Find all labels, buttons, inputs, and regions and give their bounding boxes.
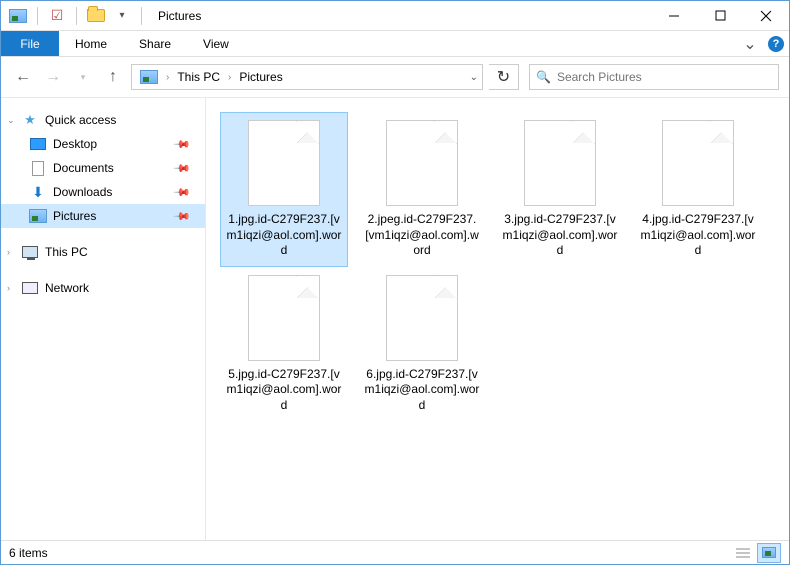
properties-icon[interactable]: ☑ [46,5,68,27]
pc-icon [21,244,39,260]
thumbnails-view-button[interactable] [757,543,781,563]
file-item[interactable]: 5.jpg.id-C279F237.[vm1iqzi@aol.com].word [220,267,348,422]
sidebar-item-label: Downloads [53,185,112,199]
download-icon: ⬇ [29,184,47,200]
file-thumbnail-icon [386,275,458,361]
file-thumbnail-icon [662,120,734,206]
file-list[interactable]: 1.jpg.id-C279F237.[vm1iqzi@aol.com].word… [206,98,789,540]
chevron-right-icon[interactable]: › [166,72,169,83]
navigation-pane: ⌄ ★ Quick access Desktop 📌 Documents 📌 ⬇… [1,98,206,540]
sidebar-network[interactable]: › Network [1,276,205,300]
desktop-icon [29,136,47,152]
file-item[interactable]: 1.jpg.id-C279F237.[vm1iqzi@aol.com].word [220,112,348,267]
breadcrumb[interactable]: › This PC › Pictures ⌄ [131,64,483,90]
tab-view[interactable]: View [187,31,245,56]
breadcrumb-history-icon[interactable]: ⌄ [470,72,478,83]
quick-access-toolbar: ☑ ▾ [1,5,152,27]
minimize-button[interactable] [651,1,697,31]
qat-divider [76,7,77,25]
tab-home[interactable]: Home [59,31,123,56]
close-button[interactable] [743,1,789,31]
maximize-button[interactable] [697,1,743,31]
pin-icon: 📌 [173,135,192,154]
folder-icon[interactable] [85,5,107,27]
sidebar-item-label: Documents [53,161,114,175]
details-view-icon [736,547,750,559]
file-item[interactable]: 2.jpeg.id-C279F237.[vm1iqzi@aol.com].wor… [358,112,486,267]
sidebar-label: Quick access [45,113,116,127]
search-icon: 🔍 [536,70,551,84]
file-thumbnail-icon [386,120,458,206]
recent-dropdown-icon[interactable]: ▾ [71,65,95,89]
sidebar-item-label: Desktop [53,137,97,151]
pin-icon: 📌 [173,183,192,202]
address-bar-row: ← → ▾ ↑ › This PC › Pictures ⌄ ↻ 🔍 [1,57,789,97]
expand-icon[interactable]: › [7,283,10,293]
file-thumbnail-icon [524,120,596,206]
ribbon-expand-icon[interactable]: ⌄ [737,31,763,56]
collapse-icon[interactable]: ⌄ [7,115,15,126]
qat-divider [37,7,38,25]
search-input[interactable] [557,70,772,84]
network-icon [21,280,39,296]
sidebar-item-desktop[interactable]: Desktop 📌 [1,132,205,156]
file-name: 6.jpg.id-C279F237.[vm1iqzi@aol.com].word [363,367,481,414]
sidebar-item-label: Pictures [53,209,96,223]
file-name: 1.jpg.id-C279F237.[vm1iqzi@aol.com].word [225,212,343,259]
sidebar-quick-access[interactable]: ⌄ ★ Quick access [1,108,205,132]
help-button[interactable]: ? [763,31,789,56]
main-area: ⌄ ★ Quick access Desktop 📌 Documents 📌 ⬇… [1,98,789,540]
details-view-button[interactable] [731,543,755,563]
item-count: 6 items [9,546,48,560]
sidebar-label: Network [45,281,89,295]
sidebar-item-documents[interactable]: Documents 📌 [1,156,205,180]
ribbon-tabs: File Home Share View ⌄ ? [1,31,789,57]
refresh-button[interactable]: ↻ [489,64,519,90]
file-item[interactable]: 4.jpg.id-C279F237.[vm1iqzi@aol.com].word [634,112,762,267]
qat-dropdown-icon[interactable]: ▾ [111,5,133,27]
document-icon [29,160,47,176]
file-name: 4.jpg.id-C279F237.[vm1iqzi@aol.com].word [639,212,757,259]
sidebar-this-pc[interactable]: › This PC [1,240,205,264]
file-name: 5.jpg.id-C279F237.[vm1iqzi@aol.com].word [225,367,343,414]
up-button[interactable]: ↑ [101,65,125,89]
file-item[interactable]: 3.jpg.id-C279F237.[vm1iqzi@aol.com].word [496,112,624,267]
file-thumbnail-icon [248,120,320,206]
file-name: 2.jpeg.id-C279F237.[vm1iqzi@aol.com].wor… [363,212,481,259]
pin-icon: 📌 [173,207,192,226]
pictures-icon [29,208,47,224]
expand-icon[interactable]: › [7,247,10,257]
forward-button[interactable]: → [41,65,65,89]
search-box[interactable]: 🔍 [529,64,779,90]
thumbnails-view-icon [762,547,776,558]
window-title: Pictures [152,9,651,23]
breadcrumb-location-icon[interactable] [136,70,162,84]
back-button[interactable]: ← [11,65,35,89]
sidebar-label: This PC [45,245,88,259]
qat-divider [141,7,142,25]
file-thumbnail-icon [248,275,320,361]
tab-share[interactable]: Share [123,31,187,56]
breadcrumb-root[interactable]: This PC [173,70,224,84]
file-tab[interactable]: File [1,31,59,56]
sidebar-item-downloads[interactable]: ⬇ Downloads 📌 [1,180,205,204]
title-bar: ☑ ▾ Pictures [1,1,789,31]
chevron-right-icon[interactable]: › [228,72,231,83]
breadcrumb-current[interactable]: Pictures [235,70,286,84]
file-item[interactable]: 6.jpg.id-C279F237.[vm1iqzi@aol.com].word [358,267,486,422]
star-icon: ★ [21,112,39,128]
status-bar: 6 items [1,540,789,564]
app-icon [7,5,29,27]
sidebar-item-pictures[interactable]: Pictures 📌 [1,204,205,228]
file-name: 3.jpg.id-C279F237.[vm1iqzi@aol.com].word [501,212,619,259]
pin-icon: 📌 [173,159,192,178]
